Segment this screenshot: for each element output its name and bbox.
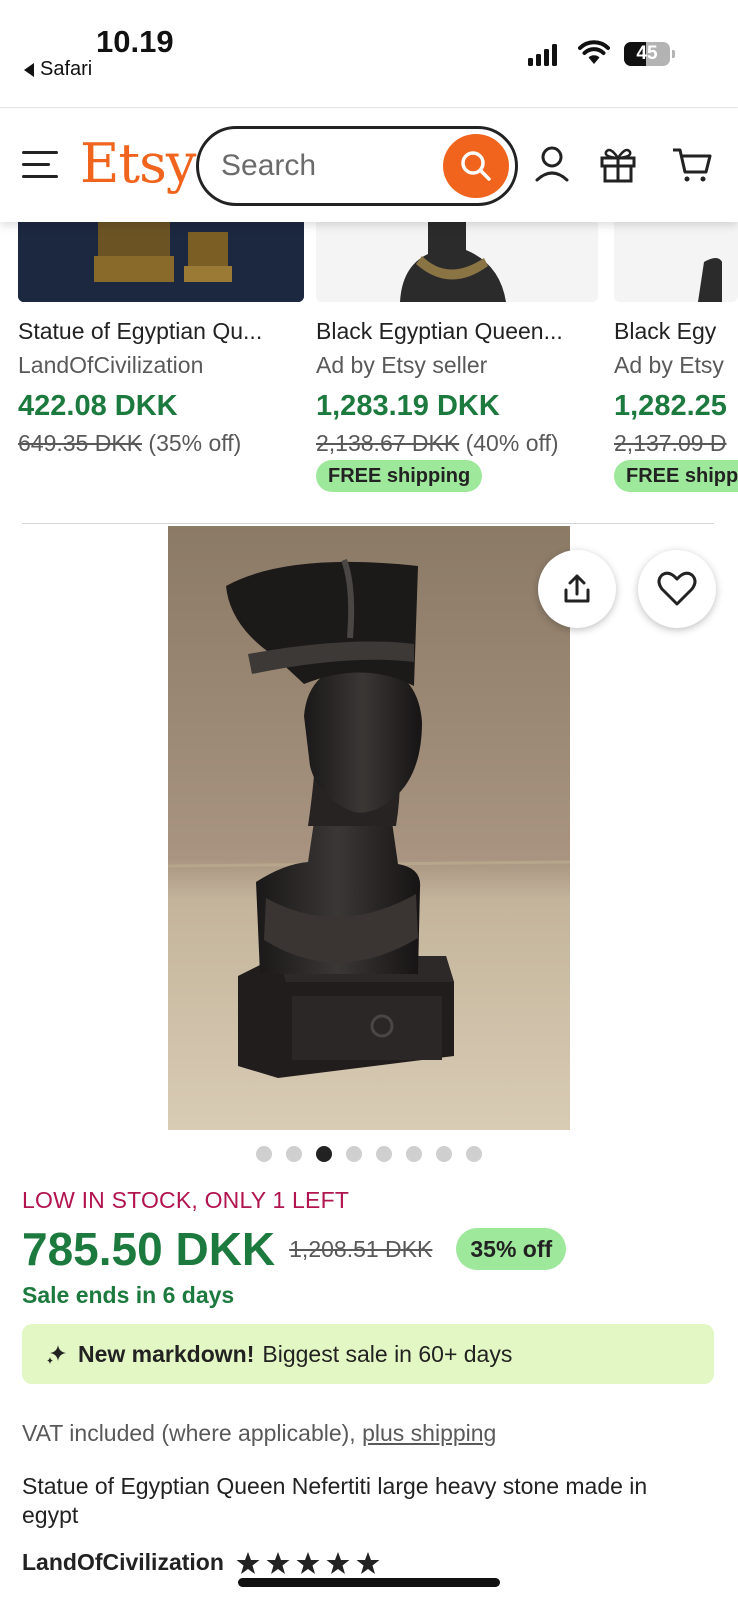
battery-cap <box>672 50 675 58</box>
listing-image <box>614 222 738 302</box>
star-icon <box>326 1551 350 1574</box>
star-icon <box>236 1551 260 1574</box>
vat-notice: VAT included (where applicable), plus sh… <box>22 1420 496 1447</box>
account-icon[interactable] <box>530 142 574 186</box>
markdown-banner: New markdown! Biggest sale in 60+ days <box>22 1324 714 1384</box>
listing-price: 422.08 DKK <box>18 390 178 422</box>
gallery-dot[interactable] <box>406 1146 422 1162</box>
gallery-dot[interactable] <box>256 1146 272 1162</box>
listing-shop: Ad by Etsy seller <box>316 352 488 378</box>
listing-title: Black Egyptian Queen... <box>316 318 563 344</box>
battery-icon: 45 <box>624 42 670 66</box>
search-box <box>196 126 518 206</box>
gallery-dot[interactable] <box>466 1146 482 1162</box>
gallery-dot[interactable] <box>286 1146 302 1162</box>
cellular-signal-icon <box>528 44 557 66</box>
listing-image <box>18 222 304 302</box>
discount-badge: 35% off <box>456 1228 567 1270</box>
listing-discount: (35% off) <box>148 430 242 456</box>
gallery-dot[interactable] <box>436 1146 452 1162</box>
listing-title: Statue of Egyptian Qu... <box>18 318 263 344</box>
share-button[interactable] <box>538 550 616 628</box>
listing-image-art <box>614 222 738 302</box>
search-button[interactable] <box>443 134 509 198</box>
free-shipping-badge: FREE shipping <box>316 460 483 492</box>
shop-row: LandOfCivilization <box>22 1549 380 1576</box>
listing-shop: LandOfCivilization <box>18 352 204 378</box>
listing-original-price-row: 649.35 DKK (35% off) <box>18 430 241 457</box>
sparkle-icon <box>47 1345 66 1364</box>
nefertiti-bust-image <box>168 526 570 1130</box>
listing-original-price-row: 2,138.67 DKK (40% off) <box>316 430 559 457</box>
back-to-safari-link[interactable]: Safari <box>24 58 92 81</box>
stock-notice: LOW IN STOCK, ONLY 1 LEFT <box>22 1187 350 1213</box>
sale-ends-text: Sale ends in 6 days <box>22 1282 235 1308</box>
product-main-image[interactable] <box>168 526 570 1130</box>
listing-original-price-row: 2,137.09 D <box>614 430 738 457</box>
gift-icon[interactable] <box>596 142 640 186</box>
back-app-label: Safari <box>40 58 93 80</box>
status-time: 10.19 <box>96 24 174 59</box>
star-icon <box>356 1551 380 1574</box>
listing-image-art <box>18 222 304 302</box>
plus-shipping-link[interactable]: plus shipping <box>362 1420 496 1446</box>
wifi-icon <box>578 40 610 64</box>
battery-level: 45 <box>636 43 658 64</box>
gallery-dot[interactable] <box>346 1146 362 1162</box>
price-row: 785.50 DKK 1,208.51 DKK 35% off <box>22 1222 567 1276</box>
search-icon <box>461 151 491 181</box>
free-shipping-badge: FREE shipp <box>614 460 738 492</box>
product-price: 785.50 DKK <box>22 1223 276 1275</box>
home-indicator <box>238 1578 500 1587</box>
etsy-logo[interactable]: Etsy <box>80 132 196 195</box>
markdown-bold-text: New markdown! <box>78 1340 255 1367</box>
heart-icon <box>657 571 697 606</box>
related-listings-carousel: Statue of Egyptian Qu... LandOfCivilizat… <box>0 222 738 512</box>
star-icon <box>296 1551 320 1574</box>
listing-price: 1,282.25 <box>614 390 727 422</box>
listing-original-price: 2,138.67 DKK <box>316 430 460 456</box>
rating-stars[interactable] <box>236 1551 380 1575</box>
section-divider <box>22 523 714 524</box>
listing-title: Black Egy <box>614 318 717 344</box>
site-header: Etsy <box>0 110 738 222</box>
markdown-text: Biggest sale in 60+ days <box>262 1340 513 1367</box>
menu-icon[interactable] <box>22 151 58 179</box>
product-title: Statue of Egyptian Queen Nefertiti large… <box>22 1473 648 1528</box>
shop-name-link[interactable]: LandOfCivilization <box>22 1549 224 1576</box>
vat-text: VAT included (where applicable), <box>22 1420 356 1446</box>
listing-image-art <box>316 222 598 302</box>
listing-original-price: 649.35 DKK <box>18 430 143 456</box>
gallery-dots <box>256 1146 482 1162</box>
star-icon <box>266 1551 290 1574</box>
status-bar: 10.19 Safari 45 <box>0 0 738 108</box>
listing-image <box>316 222 598 302</box>
listing-original-price: 2,137.09 D <box>614 430 727 456</box>
gallery-dot[interactable] <box>376 1146 392 1162</box>
back-caret-icon <box>24 62 34 77</box>
cart-icon[interactable] <box>670 142 714 186</box>
gallery-dot[interactable] <box>316 1146 332 1162</box>
favorite-button[interactable] <box>638 550 716 628</box>
listing-shop: Ad by Etsy <box>614 352 724 378</box>
search-input[interactable] <box>221 146 421 186</box>
share-icon <box>564 574 590 603</box>
listing-price: 1,283.19 DKK <box>316 390 500 422</box>
listing-discount: (40% off) <box>465 430 559 456</box>
product-original-price: 1,208.51 DKK <box>289 1235 433 1262</box>
